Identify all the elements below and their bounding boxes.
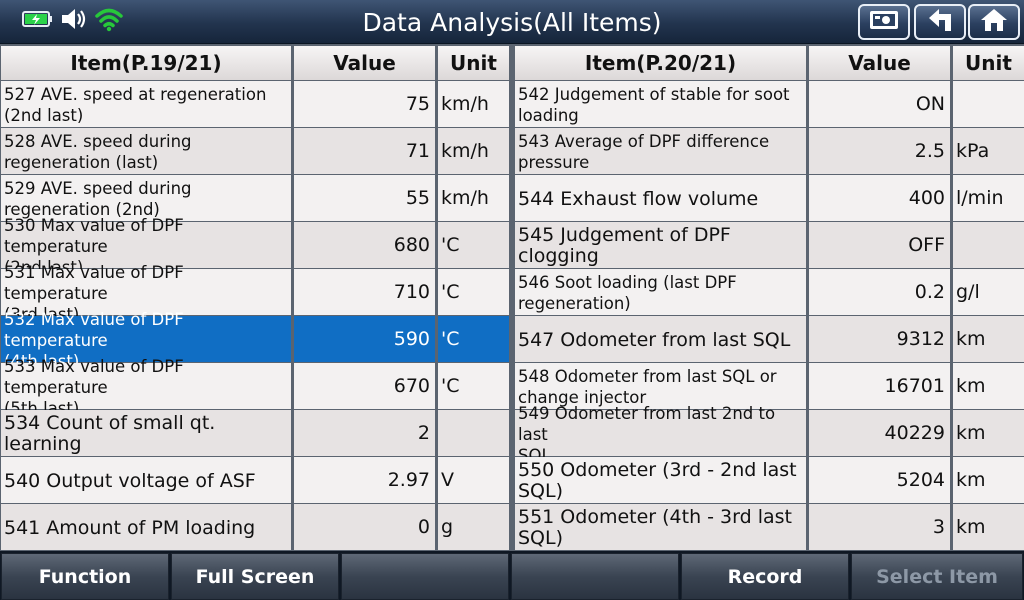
value-cell: 400	[809, 175, 950, 221]
unit-cell	[953, 222, 1024, 268]
unit-cell	[953, 81, 1024, 127]
table-row[interactable]: 543 Average of DPF difference pressure 2.…	[515, 128, 1024, 174]
value-cell: 71	[294, 128, 435, 174]
unit-cell: km	[953, 504, 1024, 550]
screenshot-icon	[868, 8, 900, 36]
value-cell: 16701	[809, 363, 950, 409]
value-cell: 670	[294, 363, 435, 409]
table-row[interactable]: 528 AVE. speed during regeneration (last…	[1, 128, 509, 174]
unit-column-header: Unit	[438, 46, 509, 80]
unit-cell: l/min	[953, 175, 1024, 221]
item-name-cell: 547 Odometer from last SQL	[515, 316, 806, 362]
value-cell: 75	[294, 81, 435, 127]
unit-cell: km	[953, 457, 1024, 503]
item-name-cell: 527 AVE. speed at regeneration (2nd last…	[1, 81, 291, 127]
item-name-cell: 533 Max value of DPF temperature (5th la…	[1, 357, 291, 418]
item-name-cell: 549 Odometer from last 2nd to last SQL	[515, 404, 806, 465]
unit-cell: kPa	[953, 128, 1024, 174]
value-cell: 40229	[809, 410, 950, 456]
value-cell: 3	[809, 504, 950, 550]
value-cell: 680	[294, 222, 435, 268]
unit-cell: g	[438, 504, 509, 550]
value-cell: 2.5	[809, 128, 950, 174]
item-column-header: Item(P.20/21)	[515, 46, 806, 80]
item-column-header: Item(P.19/21)	[1, 46, 291, 80]
table-row[interactable]: 549 Odometer from last 2nd to last SQL 40…	[515, 404, 1024, 465]
table-header: Item(P.20/21) Value Unit	[515, 46, 1024, 80]
home-icon	[979, 7, 1009, 37]
table-row[interactable]: 545 Judgement of DPF clogging OFF	[515, 222, 1024, 268]
unit-cell: 'C	[438, 269, 509, 315]
unit-cell: km/h	[438, 128, 509, 174]
unit-cell: km	[953, 363, 1024, 409]
unit-cell: km/h	[438, 81, 509, 127]
full-screen-button[interactable]: Full Screen	[171, 553, 339, 600]
value-cell: ON	[809, 81, 950, 127]
item-name-cell: 545 Judgement of DPF clogging	[515, 222, 806, 268]
unit-cell: g/l	[953, 269, 1024, 315]
value-cell: 590	[294, 316, 435, 362]
table-row[interactable]: 547 Odometer from last SQL 9312 km	[515, 316, 1024, 362]
right-data-table: Item(P.20/21) Value Unit 542 Judgement o…	[515, 44, 1024, 551]
table-row[interactable]: 542 Judgement of stable for soot loading…	[515, 81, 1024, 127]
title-bar: Data Analysis(All Items)	[0, 0, 1024, 44]
function-button[interactable]: Function	[1, 553, 169, 600]
table-header: Item(P.19/21) Value Unit	[1, 46, 509, 80]
function-bar: Function Full Screen Record Select Item	[0, 551, 1024, 600]
table-row[interactable]: 541 Amount of PM loading 0 g	[1, 504, 509, 550]
value-cell: 55	[294, 175, 435, 221]
table-row[interactable]: 550 Odometer (3rd - 2nd last SQL) 5204 km	[515, 457, 1024, 503]
value-cell: 2	[294, 410, 435, 456]
value-cell: 710	[294, 269, 435, 315]
table-row[interactable]: 540 Output voltage of ASF 2.97 V	[1, 457, 509, 503]
value-cell: OFF	[809, 222, 950, 268]
table-row[interactable]: 544 Exhaust flow volume 400 l/min	[515, 175, 1024, 221]
unit-cell	[438, 410, 509, 456]
table-row[interactable]: 534 Count of small qt. learning 2	[1, 410, 509, 456]
table-row[interactable]: 551 Odometer (4th - 3rd last SQL) 3 km	[515, 504, 1024, 550]
value-cell: 0	[294, 504, 435, 550]
table-row[interactable]: 546 Soot loading (last DPF regeneration)…	[515, 269, 1024, 315]
item-name-cell: 542 Judgement of stable for soot loading	[515, 81, 806, 127]
empty-button-3[interactable]	[341, 553, 509, 600]
unit-cell: 'C	[438, 222, 509, 268]
screenshot-button[interactable]	[858, 4, 910, 40]
record-button[interactable]: Record	[681, 553, 849, 600]
value-cell: 0.2	[809, 269, 950, 315]
item-name-cell: 551 Odometer (4th - 3rd last SQL)	[515, 504, 806, 550]
home-button[interactable]	[968, 4, 1020, 40]
data-table-area: Item(P.19/21) Value Unit 527 AVE. speed …	[0, 44, 1024, 551]
item-name-cell: 550 Odometer (3rd - 2nd last SQL)	[515, 457, 806, 503]
item-name-cell: 528 AVE. speed during regeneration (last…	[1, 128, 291, 174]
unit-cell: km	[953, 316, 1024, 362]
item-name-cell: 543 Average of DPF difference pressure	[515, 128, 806, 174]
unit-cell: V	[438, 457, 509, 503]
value-cell: 5204	[809, 457, 950, 503]
value-column-header: Value	[294, 46, 435, 80]
table-row[interactable]: 533 Max value of DPF temperature (5th la…	[1, 357, 509, 418]
select-item-button: Select Item	[851, 553, 1023, 600]
unit-cell: km/h	[438, 175, 509, 221]
unit-cell: 'C	[438, 316, 509, 362]
value-cell: 2.97	[294, 457, 435, 503]
value-cell: 9312	[809, 316, 950, 362]
value-column-header: Value	[809, 46, 950, 80]
back-arrow-icon	[925, 7, 955, 37]
unit-cell: 'C	[438, 363, 509, 409]
unit-column-header: Unit	[953, 46, 1024, 80]
item-name-cell: 540 Output voltage of ASF	[1, 457, 291, 503]
item-name-cell: 544 Exhaust flow volume	[515, 175, 806, 221]
left-data-table: Item(P.19/21) Value Unit 527 AVE. speed …	[1, 44, 509, 551]
table-row[interactable]: 527 AVE. speed at regeneration (2nd last…	[1, 81, 509, 127]
item-name-cell: 534 Count of small qt. learning	[1, 410, 291, 456]
back-button[interactable]	[914, 4, 966, 40]
unit-cell: km	[953, 410, 1024, 456]
item-name-cell: 546 Soot loading (last DPF regeneration)	[515, 269, 806, 315]
empty-button-4[interactable]	[511, 553, 679, 600]
item-name-cell: 541 Amount of PM loading	[1, 504, 291, 550]
